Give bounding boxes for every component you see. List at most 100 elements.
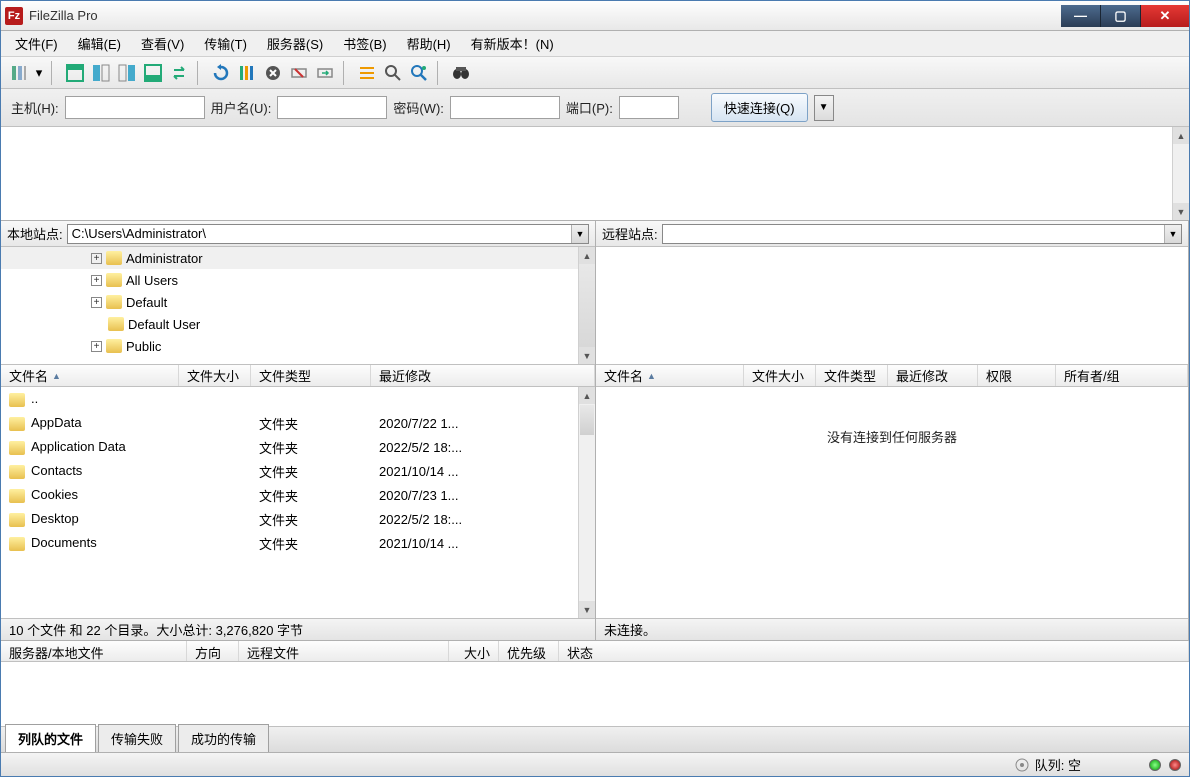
remote-list[interactable]: 没有连接到任何服务器 — [596, 387, 1188, 618]
tree-scrollbar[interactable]: ▲ ▼ — [578, 247, 595, 364]
tree-item[interactable]: Default User — [1, 313, 595, 335]
binoculars-icon[interactable] — [449, 61, 473, 85]
port-input[interactable] — [619, 96, 679, 119]
menu-transfer[interactable]: 传输(T) — [196, 31, 255, 56]
list-scrollbar[interactable]: ▲ ▼ — [578, 387, 595, 618]
menu-file[interactable]: 文件(F) — [7, 31, 66, 56]
site-manager-icon[interactable] — [7, 61, 31, 85]
reconnect-icon[interactable] — [313, 61, 337, 85]
scroll-down-icon[interactable]: ▼ — [1173, 203, 1189, 220]
remote-empty-message: 没有连接到任何服务器 — [596, 387, 1188, 446]
chevron-down-icon[interactable]: ▼ — [571, 225, 588, 243]
user-input[interactable] — [277, 96, 387, 119]
tab-failed[interactable]: 传输失败 — [98, 724, 176, 752]
list-item[interactable]: AppData文件夹2020/7/22 1... — [1, 411, 595, 435]
scroll-down-icon[interactable]: ▼ — [579, 347, 595, 364]
quickconnect-bar: 主机(H): 用户名(U): 密码(W): 端口(P): 快速连接(Q) ▼ — [1, 89, 1189, 127]
list-item[interactable]: Cookies文件夹2020/7/23 1... — [1, 483, 595, 507]
toggle-tree-icon[interactable] — [89, 61, 113, 85]
col-state[interactable]: 状态 — [559, 641, 1189, 661]
col-modified[interactable]: 最近修改 — [888, 365, 978, 386]
toolbar: ▾ — [1, 57, 1189, 89]
cancel-icon[interactable] — [261, 61, 285, 85]
close-button[interactable]: ✕ — [1141, 5, 1189, 27]
menu-edit[interactable]: 编辑(E) — [70, 31, 129, 56]
chevron-down-icon[interactable]: ▼ — [1164, 225, 1181, 243]
col-priority[interactable]: 优先级 — [499, 641, 559, 661]
app-icon: Fz — [5, 7, 23, 25]
menu-help[interactable]: 帮助(H) — [399, 31, 459, 56]
expander-icon[interactable]: + — [91, 253, 102, 264]
tree-item[interactable]: +Default — [1, 291, 595, 313]
maximize-button[interactable]: ▢ — [1101, 5, 1141, 27]
tree-item[interactable]: +Administrator — [1, 247, 595, 269]
tree-item[interactable]: + Public — [1, 335, 595, 357]
col-type[interactable]: 文件类型 — [251, 365, 371, 386]
compare-icon[interactable] — [381, 61, 405, 85]
menu-update[interactable]: 有新版本！(N) — [463, 31, 562, 56]
local-list-header: 文件名▲ 文件大小 文件类型 最近修改 — [1, 365, 595, 387]
local-tree[interactable]: +Administrator+All Users+DefaultDefault … — [1, 247, 595, 365]
tree-item-label: Public — [126, 339, 161, 354]
col-type[interactable]: 文件类型 — [816, 365, 888, 386]
log-scrollbar[interactable]: ▲ ▼ — [1172, 127, 1189, 220]
expander-icon[interactable]: + — [91, 297, 102, 308]
scroll-up-icon[interactable]: ▲ — [579, 387, 595, 404]
col-size[interactable]: 文件大小 — [179, 365, 251, 386]
col-modified[interactable]: 最近修改 — [371, 365, 595, 386]
col-direction[interactable]: 方向 — [187, 641, 239, 661]
local-list[interactable]: ..AppData文件夹2020/7/22 1...Application Da… — [1, 387, 595, 618]
tree-item[interactable]: +All Users — [1, 269, 595, 291]
folder-icon — [9, 465, 25, 479]
quickconnect-dropdown[interactable]: ▼ — [814, 95, 834, 121]
col-remote-file[interactable]: 远程文件 — [239, 641, 449, 661]
minimize-button[interactable]: — — [1061, 5, 1101, 27]
queue-body[interactable] — [1, 662, 1189, 726]
host-label: 主机(H): — [11, 98, 59, 117]
folder-icon — [9, 513, 25, 527]
list-item[interactable]: Application Data文件夹2022/5/2 18:... — [1, 435, 595, 459]
process-queue-icon[interactable] — [235, 61, 259, 85]
toggle-log-icon[interactable] — [63, 61, 87, 85]
menu-server[interactable]: 服务器(S) — [259, 31, 331, 56]
remote-tree[interactable] — [596, 247, 1188, 365]
filter-icon[interactable] — [355, 61, 379, 85]
quickconnect-button[interactable]: 快速连接(Q) — [711, 93, 808, 122]
col-size[interactable]: 文件大小 — [744, 365, 816, 386]
col-owner[interactable]: 所有者/组 — [1056, 365, 1188, 386]
search-icon[interactable] — [407, 61, 431, 85]
refresh-icon[interactable] — [209, 61, 233, 85]
folder-icon — [9, 441, 25, 455]
list-item[interactable]: Documents文件夹2021/10/14 ... — [1, 531, 595, 555]
menu-bookmarks[interactable]: 书签(B) — [335, 31, 394, 56]
toggle-remote-tree-icon[interactable] — [115, 61, 139, 85]
col-filename[interactable]: 文件名▲ — [596, 365, 744, 386]
scroll-down-icon[interactable]: ▼ — [579, 601, 595, 618]
col-filename[interactable]: 文件名▲ — [1, 365, 179, 386]
dropdown-icon[interactable]: ▾ — [33, 61, 45, 85]
remote-path-combo[interactable]: ▼ — [662, 224, 1182, 244]
sync-browsing-icon[interactable] — [167, 61, 191, 85]
col-perms[interactable]: 权限 — [978, 365, 1056, 386]
toggle-queue-icon[interactable] — [141, 61, 165, 85]
disconnect-icon[interactable] — [287, 61, 311, 85]
host-input[interactable] — [65, 96, 205, 119]
tab-success[interactable]: 成功的传输 — [178, 724, 269, 752]
scroll-up-icon[interactable]: ▲ — [1173, 127, 1189, 144]
expander-icon[interactable]: + — [91, 341, 102, 352]
window-title: FileZilla Pro — [29, 8, 1061, 23]
list-item[interactable]: Desktop文件夹2022/5/2 18:... — [1, 507, 595, 531]
remote-list-header: 文件名▲ 文件大小 文件类型 最近修改 权限 所有者/组 — [596, 365, 1188, 387]
queue-tabs: 列队的文件 传输失败 成功的传输 — [1, 726, 1189, 752]
tab-queued[interactable]: 列队的文件 — [5, 724, 96, 752]
pass-input[interactable] — [450, 96, 560, 119]
expander-icon[interactable]: + — [91, 275, 102, 286]
list-item[interactable]: .. — [1, 387, 595, 411]
scroll-up-icon[interactable]: ▲ — [579, 247, 595, 264]
col-qsize[interactable]: 大小 — [449, 641, 499, 661]
menu-view[interactable]: 查看(V) — [133, 31, 192, 56]
message-log: ▲ ▼ — [1, 127, 1189, 221]
col-server-file[interactable]: 服务器/本地文件 — [1, 641, 187, 661]
local-path-combo[interactable]: C:\Users\Administrator\ ▼ — [67, 224, 589, 244]
list-item[interactable]: Contacts文件夹2021/10/14 ... — [1, 459, 595, 483]
